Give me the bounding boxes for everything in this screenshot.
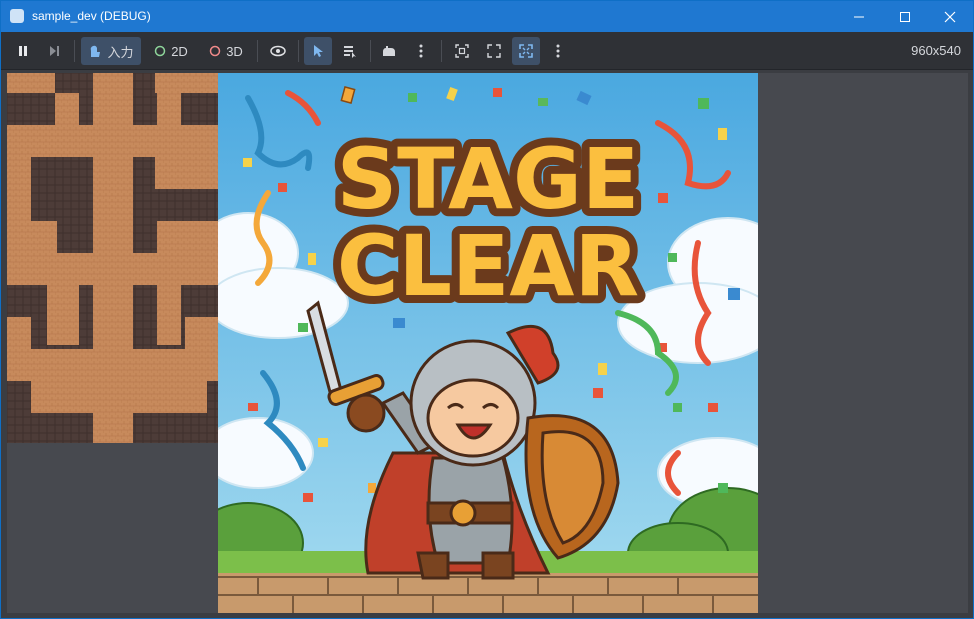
fit-to-view-button[interactable] <box>448 37 476 65</box>
fullscreen-button[interactable] <box>512 37 540 65</box>
maze-tiles <box>7 73 218 443</box>
stage-clear-illustration: STAGE STAGE CLEAR CLEAR <box>218 73 758 613</box>
select-pointer-icon <box>314 45 323 57</box>
visibility-button[interactable] <box>264 37 292 65</box>
stage-clear-scene: STAGE STAGE CLEAR CLEAR <box>218 73 758 613</box>
more-options-icon <box>419 44 423 58</box>
list-select-icon <box>344 46 356 58</box>
fit-to-view-icon <box>455 44 469 58</box>
minimize-icon <box>854 16 864 17</box>
debug-toolbar: 入力 2D 3D 960x540 <box>1 32 973 70</box>
pause-icon <box>19 46 27 56</box>
3d-mode-button[interactable]: 3D <box>202 37 250 65</box>
2d-mode-button[interactable]: 2D <box>147 37 195 65</box>
game-viewport[interactable]: STAGE STAGE CLEAR CLEAR <box>7 73 968 613</box>
2d-mode-label: 2D <box>171 43 188 59</box>
minimize-button[interactable] <box>836 1 882 32</box>
maze-tilemap <box>7 73 218 443</box>
input-label: 入力 <box>107 44 134 60</box>
camera-override-button[interactable] <box>375 37 403 65</box>
app-icon <box>10 9 24 23</box>
title-line-2-fill: CLEAR <box>337 217 639 315</box>
input-toggle-button[interactable]: 入力 <box>81 37 141 65</box>
close-icon <box>944 11 956 22</box>
step-frame-icon <box>50 46 59 56</box>
3d-mode-label: 3D <box>226 43 243 59</box>
expand-button[interactable] <box>480 37 508 65</box>
title-line-1-fill: STAGE <box>337 130 640 228</box>
maximize-button[interactable] <box>882 1 928 32</box>
window-title: sample_dev (DEBUG) <box>32 9 151 23</box>
select-pointer-button[interactable] <box>304 37 332 65</box>
2d-mode-icon <box>154 45 166 57</box>
game-window: sample_dev (DEBUG) 入力 2D 3D 960x540 STAG… <box>0 0 974 619</box>
pause-button[interactable] <box>10 37 36 65</box>
input-icon <box>91 45 101 57</box>
more-options-icon <box>556 44 560 58</box>
camera-override-icon <box>383 46 395 56</box>
more-options-button[interactable] <box>409 37 433 65</box>
expand-icon <box>487 44 501 58</box>
more-view-options-button[interactable] <box>546 37 570 65</box>
visibility-icon <box>270 45 286 57</box>
resolution-label: 960x540 <box>911 43 961 58</box>
title-bar[interactable]: sample_dev (DEBUG) <box>1 1 973 32</box>
step-frame-button[interactable] <box>41 37 67 65</box>
3d-mode-icon <box>209 45 221 57</box>
maximize-icon <box>900 11 910 22</box>
list-select-button[interactable] <box>336 37 364 65</box>
fullscreen-icon <box>519 44 533 58</box>
close-button[interactable] <box>927 1 973 32</box>
